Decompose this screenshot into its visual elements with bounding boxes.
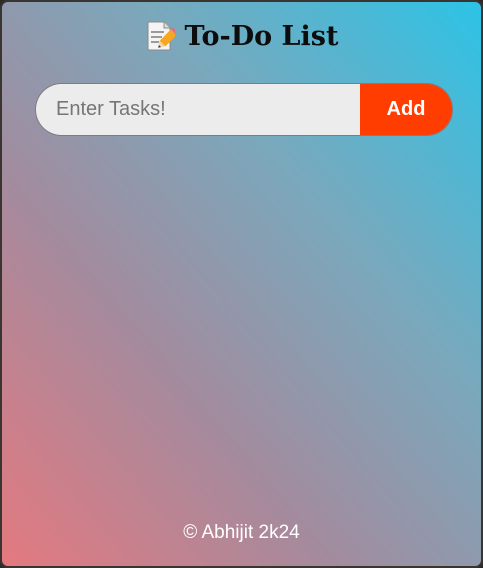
app-header: To-Do List <box>2 20 481 52</box>
page-title: To-Do List <box>184 20 339 52</box>
task-input[interactable] <box>36 84 360 135</box>
memo-pencil-icon <box>145 20 179 52</box>
task-entry-form: Add <box>35 83 453 136</box>
add-task-button[interactable]: Add <box>360 84 452 135</box>
todo-app-container: To-Do List Add © Abhijit 2k24 <box>0 0 483 568</box>
footer-copyright: © Abhijit 2k24 <box>183 522 300 543</box>
